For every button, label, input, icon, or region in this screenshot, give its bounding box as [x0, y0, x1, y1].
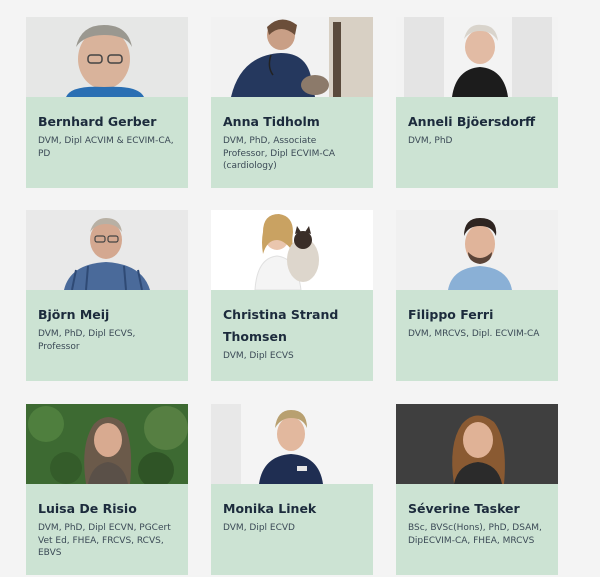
- expert-card[interactable]: Anneli Bjöersdorff DVM, PhD: [396, 17, 558, 188]
- expert-photo: [211, 404, 373, 484]
- expert-photo: [396, 404, 558, 484]
- expert-grid: Bernhard Gerber DVM, Dipl ACVIM & ECVIM-…: [0, 0, 600, 577]
- expert-card[interactable]: Luisa De Risio DVM, PhD, Dipl ECVN, PGCe…: [26, 404, 188, 575]
- expert-name: Björn Meij: [38, 307, 110, 322]
- expert-name: Christina Strand Thomsen: [223, 307, 339, 344]
- expert-name: Séverine Tasker: [408, 501, 520, 516]
- expert-name: Bernhard Gerber: [38, 114, 157, 129]
- expert-card[interactable]: Monika Linek DVM, Dipl ECVD: [211, 404, 373, 575]
- expert-photo: [26, 17, 188, 97]
- expert-card[interactable]: Christina Strand Thomsen DVM, Dipl ECVS: [211, 210, 373, 381]
- expert-card[interactable]: Filippo Ferri DVM, MRCVS, Dipl. ECVIM-CA: [396, 210, 558, 381]
- expert-credentials: DVM, PhD, Dipl ECVS, Professor: [38, 329, 136, 352]
- expert-credentials: DVM, Dipl ECVD: [223, 523, 295, 533]
- expert-name: Filippo Ferri: [408, 307, 494, 322]
- expert-credentials: DVM, PhD, Dipl ECVN, PGCert Vet Ed, FHEA…: [38, 523, 171, 558]
- expert-credentials: DVM, PhD, Associate Professor, Dipl ECVI…: [223, 136, 336, 171]
- expert-card[interactable]: Séverine Tasker BSc, BVSc(Hons), PhD, DS…: [396, 404, 558, 575]
- expert-photo: [211, 210, 373, 290]
- expert-photo: [211, 17, 373, 97]
- expert-card[interactable]: Bernhard Gerber DVM, Dipl ACVIM & ECVIM-…: [26, 17, 188, 188]
- expert-credentials: DVM, Dipl ECVS: [223, 351, 294, 361]
- expert-name: Luisa De Risio: [38, 501, 137, 516]
- expert-card[interactable]: Björn Meij DVM, PhD, Dipl ECVS, Professo…: [26, 210, 188, 381]
- expert-photo: [26, 404, 188, 484]
- expert-name: Monika Linek: [223, 501, 317, 516]
- expert-credentials: DVM, MRCVS, Dipl. ECVIM-CA: [408, 329, 540, 339]
- expert-name: Anneli Bjöersdorff: [408, 114, 536, 129]
- expert-credentials: DVM, PhD: [408, 136, 453, 146]
- expert-name: Anna Tidholm: [223, 114, 320, 129]
- expert-photo: [396, 17, 558, 97]
- expert-credentials: DVM, Dipl ACVIM & ECVIM-CA, PD: [38, 136, 174, 159]
- expert-card[interactable]: Anna Tidholm DVM, PhD, Associate Profess…: [211, 17, 373, 188]
- expert-photo: [396, 210, 558, 290]
- expert-credentials: BSc, BVSc(Hons), PhD, DSAM, DipECVIM-CA,…: [408, 523, 542, 546]
- expert-photo: [26, 210, 188, 290]
